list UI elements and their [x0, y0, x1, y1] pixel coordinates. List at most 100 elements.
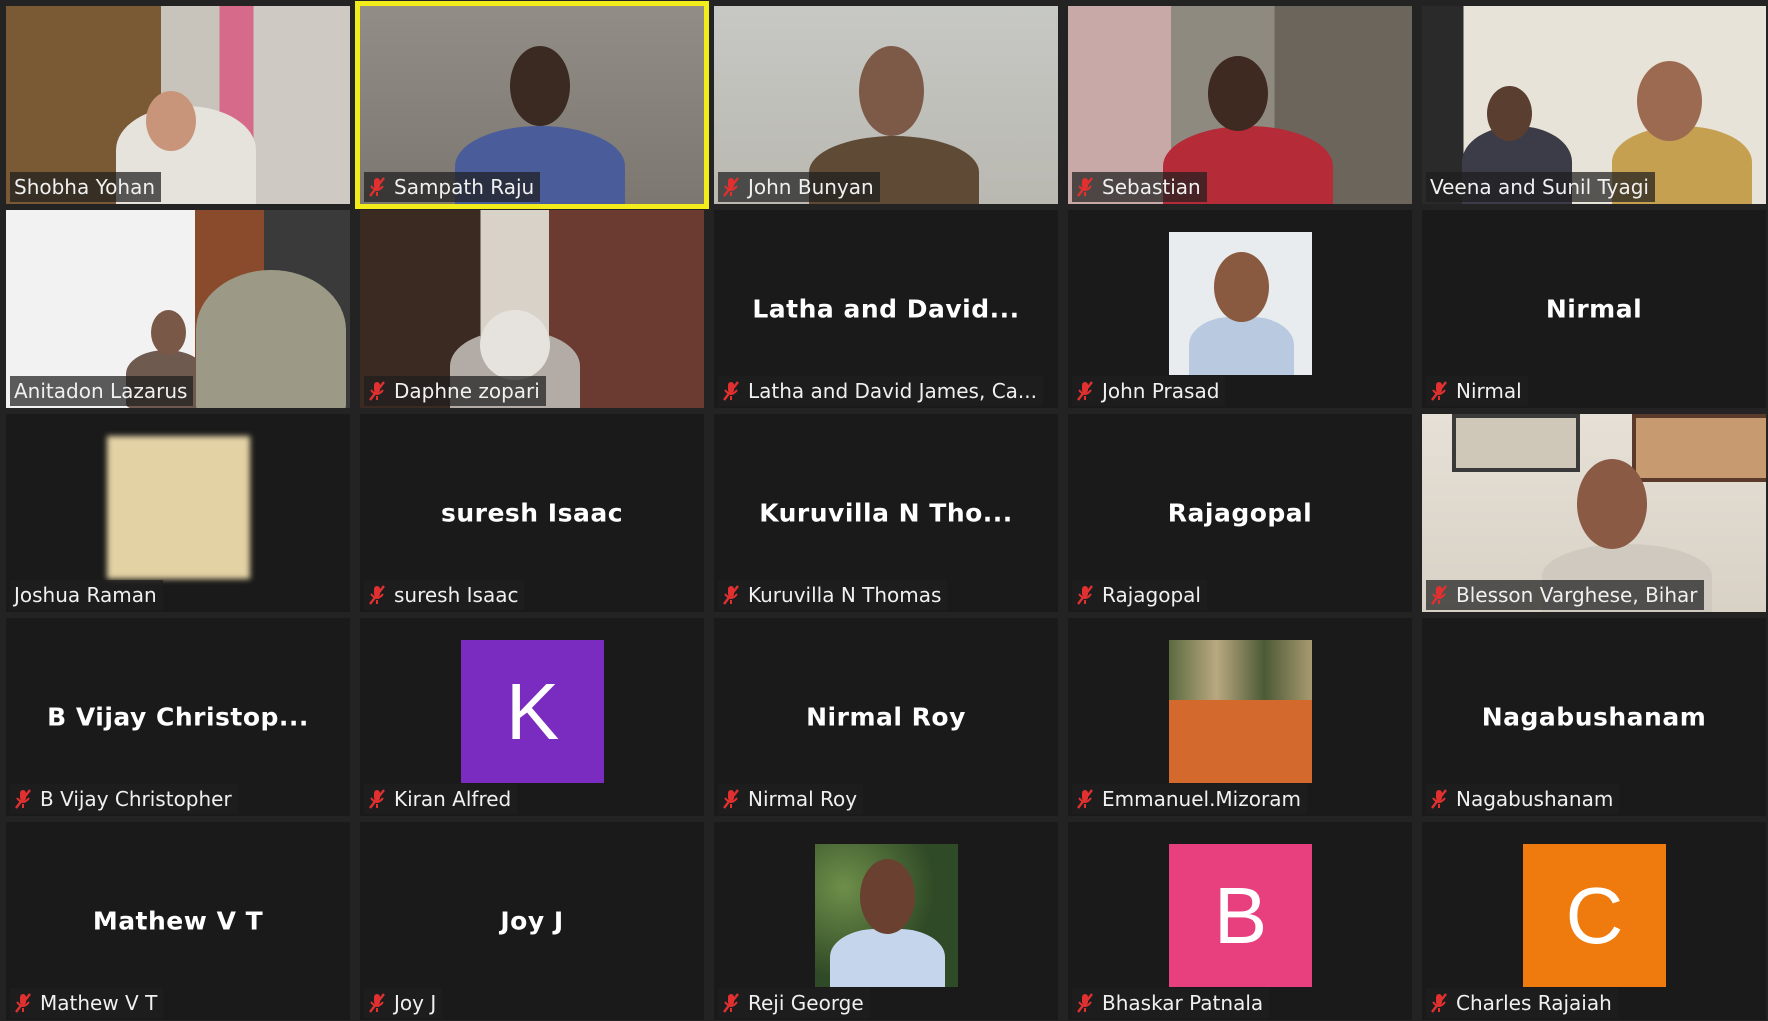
participant-name-label: suresh Isaac: [364, 580, 525, 610]
participant-tile[interactable]: John Prasad: [1068, 210, 1412, 408]
participant-name: Sampath Raju: [394, 175, 535, 199]
participant-name: Joy J: [394, 991, 437, 1015]
participant-display-name: B Vijay Christop...: [47, 702, 309, 732]
muted-microphone-icon: [1431, 993, 1447, 1013]
muted-microphone-icon: [1431, 789, 1447, 809]
participant-name-label: Mathew V T: [10, 988, 164, 1018]
participant-name: B Vijay Christopher: [40, 787, 232, 811]
participant-tile[interactable]: Daphne zopari: [360, 210, 704, 408]
participant-name-label: John Prasad: [1072, 376, 1226, 406]
participant-display-name: Kuruvilla N Tho...: [759, 498, 1013, 528]
profile-picture: [107, 436, 250, 579]
participant-tile[interactable]: Blesson Varghese, Bihar: [1422, 414, 1766, 612]
participant-display-name: Rajagopal: [1167, 498, 1313, 528]
participant-tile-pinned[interactable]: Veena and Sunil Tyagi: [1422, 6, 1766, 204]
initial-avatar: B: [1169, 844, 1312, 987]
participant-tile[interactable]: Kuruvilla N Tho... Kuruvilla N Thomas: [714, 414, 1058, 612]
participant-name-label: Latha and David James, Ca...: [718, 376, 1043, 406]
muted-microphone-icon: [1077, 177, 1093, 197]
participant-tile[interactable]: Reji George: [714, 822, 1058, 1020]
participant-tile[interactable]: Rajagopal Rajagopal: [1068, 414, 1412, 612]
muted-microphone-icon: [1431, 381, 1447, 401]
participant-tile[interactable]: Emmanuel.Mizoram: [1068, 618, 1412, 816]
muted-microphone-icon: [15, 993, 31, 1013]
participant-tile[interactable]: C Charles Rajaiah: [1422, 822, 1766, 1020]
participant-name: Veena and Sunil Tyagi: [1430, 175, 1649, 199]
initial-avatar: C: [1523, 844, 1666, 987]
participant-tile[interactable]: suresh Isaac suresh Isaac: [360, 414, 704, 612]
muted-microphone-icon: [369, 381, 385, 401]
participant-name-label: John Bunyan: [718, 172, 880, 202]
participant-name: Shobha Yohan: [14, 175, 155, 199]
participant-name: Anitadon Lazarus: [14, 379, 188, 403]
participant-name-label: Nirmal: [1426, 376, 1528, 406]
muted-microphone-icon: [369, 177, 385, 197]
muted-microphone-icon: [1077, 585, 1093, 605]
participant-tile[interactable]: B Bhaskar Patnala: [1068, 822, 1412, 1020]
participant-tile[interactable]: K Kiran Alfred: [360, 618, 704, 816]
participant-display-name: suresh Isaac: [440, 498, 624, 528]
participant-name-label: Reji George: [718, 988, 870, 1018]
participant-name: Kiran Alfred: [394, 787, 512, 811]
participant-name-label: Emmanuel.Mizoram: [1072, 784, 1307, 814]
participant-name-label: Nagabushanam: [1426, 784, 1620, 814]
participant-name-label: Sampath Raju: [364, 172, 541, 202]
participant-name: Mathew V T: [40, 991, 158, 1015]
participant-tile[interactable]: Joshua Raman: [6, 414, 350, 612]
participant-name: Emmanuel.Mizoram: [1102, 787, 1301, 811]
participant-tile[interactable]: Mathew V T Mathew V T: [6, 822, 350, 1020]
participant-display-name: Nagabushanam: [1481, 702, 1707, 732]
participant-display-name: Nirmal: [1545, 294, 1643, 324]
participant-name-label: Sebastian: [1072, 172, 1207, 202]
participant-name: Bhaskar Patnala: [1102, 991, 1264, 1015]
participant-name-label: B Vijay Christopher: [10, 784, 238, 814]
muted-microphone-icon: [1077, 993, 1093, 1013]
participant-display-name: Latha and David...: [752, 294, 1020, 324]
participant-name: Blesson Varghese, Bihar: [1456, 583, 1698, 607]
muted-microphone-icon: [369, 585, 385, 605]
participant-name-label: Veena and Sunil Tyagi: [1426, 172, 1655, 202]
muted-microphone-icon: [1077, 789, 1093, 809]
participant-name: Sebastian: [1102, 175, 1201, 199]
participant-name-label: Nirmal Roy: [718, 784, 864, 814]
muted-microphone-icon: [723, 177, 739, 197]
participant-name: Charles Rajaiah: [1456, 991, 1612, 1015]
participant-tile[interactable]: Nirmal Roy Nirmal Roy: [714, 618, 1058, 816]
muted-microphone-icon: [369, 993, 385, 1013]
participant-tile[interactable]: Shobha Yohan: [6, 6, 350, 204]
participant-name: Joshua Raman: [14, 583, 157, 607]
participant-name-label: Bhaskar Patnala: [1072, 988, 1270, 1018]
participant-tile[interactable]: Sebastian: [1068, 6, 1412, 204]
participant-name-label: Anitadon Lazarus: [10, 376, 194, 406]
participant-tile-active-speaker[interactable]: Sampath Raju: [355, 1, 709, 209]
muted-microphone-icon: [723, 381, 739, 401]
participant-name: John Bunyan: [748, 175, 874, 199]
participant-tile[interactable]: Joy J Joy J: [360, 822, 704, 1020]
initial-avatar: K: [461, 640, 604, 783]
muted-microphone-icon: [369, 789, 385, 809]
muted-microphone-icon: [723, 789, 739, 809]
participant-name-label: Rajagopal: [1072, 580, 1207, 610]
participant-tile[interactable]: Nirmal Nirmal: [1422, 210, 1766, 408]
muted-microphone-icon: [1077, 381, 1093, 401]
participant-name-label: Charles Rajaiah: [1426, 988, 1618, 1018]
gallery-view: Shobha Yohan Sampath Raju John Bunyan Se…: [6, 1, 1768, 1021]
participant-tile[interactable]: Anitadon Lazarus: [6, 210, 350, 408]
participant-name: Nagabushanam: [1456, 787, 1614, 811]
muted-microphone-icon: [1431, 585, 1447, 605]
participant-name: Kuruvilla N Thomas: [748, 583, 942, 607]
participant-name-label: Joy J: [364, 988, 443, 1018]
participant-name-label: Blesson Varghese, Bihar: [1426, 580, 1704, 610]
participant-name: John Prasad: [1102, 379, 1220, 403]
participant-tile[interactable]: Nagabushanam Nagabushanam: [1422, 618, 1766, 816]
participant-name: Nirmal Roy: [748, 787, 858, 811]
participant-name: Nirmal: [1456, 379, 1522, 403]
participant-tile[interactable]: John Bunyan: [714, 6, 1058, 204]
participant-tile[interactable]: Latha and David... Latha and David James…: [714, 210, 1058, 408]
participant-name: suresh Isaac: [394, 583, 519, 607]
participant-name-label: Shobha Yohan: [10, 172, 161, 202]
muted-microphone-icon: [723, 993, 739, 1013]
participant-tile[interactable]: B Vijay Christop... B Vijay Christopher: [6, 618, 350, 816]
muted-microphone-icon: [15, 789, 31, 809]
participant-display-name: Mathew V T: [92, 906, 264, 936]
